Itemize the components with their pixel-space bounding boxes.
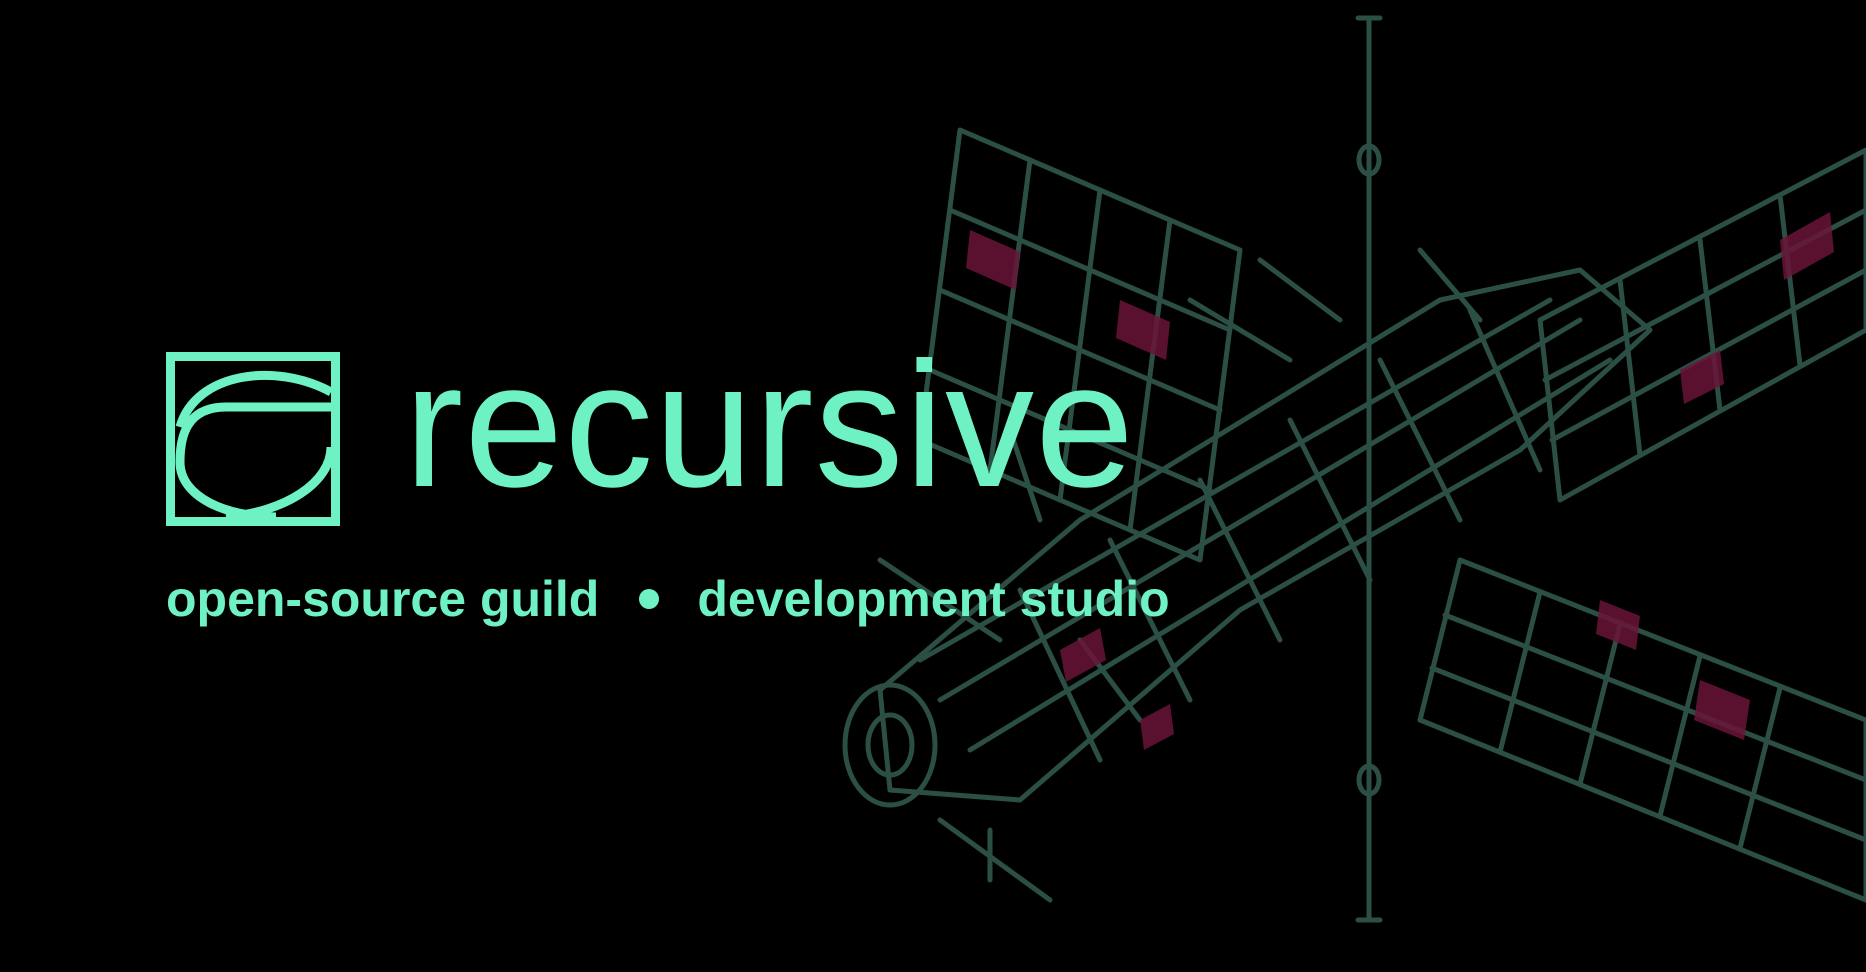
tagline-left: open-source guild <box>166 571 600 627</box>
tagline: open-source guild development studio <box>166 570 1170 628</box>
bullet-dot-icon <box>639 589 660 609</box>
recursive-logo-icon <box>166 352 340 526</box>
hero-banner: recursive open-source guild development … <box>0 0 1866 972</box>
brand-wordmark: recursive <box>404 325 1136 524</box>
tagline-right: development studio <box>697 571 1170 627</box>
